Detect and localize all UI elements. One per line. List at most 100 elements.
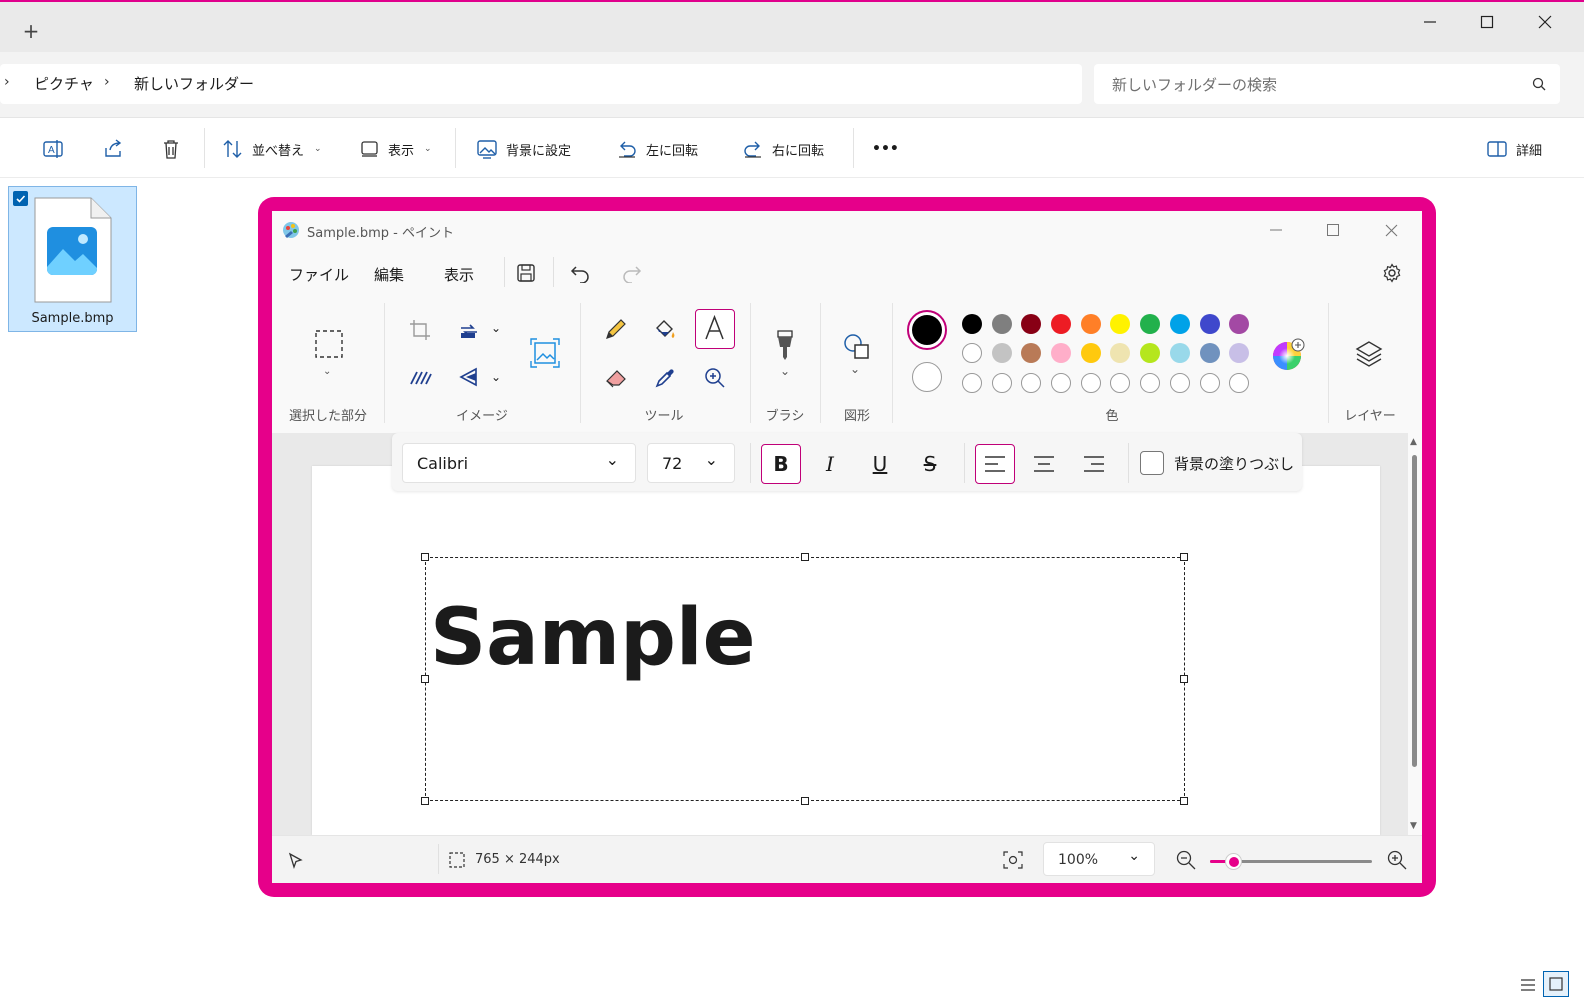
chevron-down-icon[interactable]: ⌄ xyxy=(491,321,501,335)
color-swatch[interactable] xyxy=(1110,314,1131,334)
color-swatch[interactable] xyxy=(1021,314,1042,334)
rotate-left-button[interactable]: 左に回転 xyxy=(616,136,698,162)
custom-color-slot[interactable] xyxy=(1169,373,1190,393)
zoom-out-icon[interactable] xyxy=(1176,850,1196,870)
image-properties-icon[interactable] xyxy=(530,338,560,368)
rotate-right-button[interactable]: 右に回転 xyxy=(742,136,824,162)
share-button[interactable] xyxy=(102,136,124,162)
color-swatch[interactable] xyxy=(1021,343,1042,363)
color-picker-icon[interactable] xyxy=(653,366,677,390)
color-swatch[interactable] xyxy=(1140,314,1161,334)
custom-color-slot[interactable] xyxy=(1051,373,1072,393)
eraser-icon[interactable] xyxy=(604,366,628,390)
address-bar[interactable]: › ピクチャ › 新しいフォルダー xyxy=(0,64,1082,104)
save-icon[interactable] xyxy=(516,263,536,283)
underline-button[interactable]: U xyxy=(860,444,900,484)
color-swatch[interactable] xyxy=(1080,343,1101,363)
search-box[interactable]: 新しいフォルダーの検索 xyxy=(1094,64,1560,104)
resize-handle[interactable] xyxy=(801,553,809,561)
resize-handle[interactable] xyxy=(1180,553,1188,561)
bold-button[interactable]: B xyxy=(761,444,801,484)
sort-button[interactable]: 並べ替え ⌄ xyxy=(222,136,322,162)
breadcrumb-new-folder[interactable]: 新しいフォルダー xyxy=(134,73,254,94)
pencil-icon[interactable] xyxy=(604,317,628,341)
color-swatch[interactable] xyxy=(1229,343,1250,363)
select-rectangle-icon[interactable] xyxy=(314,329,344,359)
edit-colors-icon[interactable] xyxy=(1271,338,1307,372)
resize-handle[interactable] xyxy=(1180,675,1188,683)
color-swatch[interactable] xyxy=(1110,343,1131,363)
chevron-down-icon[interactable]: ⌄ xyxy=(850,362,860,376)
fill-background-checkbox[interactable] xyxy=(1140,451,1164,475)
more-options-button[interactable]: ••• xyxy=(872,136,899,162)
custom-color-slot[interactable] xyxy=(1080,373,1101,393)
search-icon[interactable] xyxy=(1532,77,1546,91)
shapes-icon[interactable] xyxy=(843,333,871,361)
font-size-dropdown[interactable]: 72 ⌄ xyxy=(647,443,735,483)
align-center-button[interactable] xyxy=(1024,444,1064,484)
zoom-slider-thumb[interactable] xyxy=(1225,853,1242,870)
secondary-color-swatch[interactable] xyxy=(912,362,942,392)
scroll-up-icon[interactable]: ▲ xyxy=(1410,437,1417,447)
delete-button[interactable] xyxy=(161,136,181,162)
menu-edit[interactable]: 編集 xyxy=(374,264,404,285)
zoom-dropdown[interactable]: 100% ⌄ xyxy=(1043,842,1155,876)
color-swatch[interactable] xyxy=(1140,343,1161,363)
align-right-button[interactable] xyxy=(1074,444,1114,484)
zoom-slider-track[interactable] xyxy=(1210,853,1372,870)
layers-icon[interactable] xyxy=(1354,339,1384,369)
maximize-button[interactable] xyxy=(1467,10,1507,34)
paint-maximize-button[interactable] xyxy=(1313,219,1353,241)
resize-handle[interactable] xyxy=(421,797,429,805)
settings-gear-icon[interactable] xyxy=(1382,263,1402,283)
flip-icon[interactable] xyxy=(458,366,480,388)
scrollbar-thumb[interactable] xyxy=(1412,455,1417,767)
custom-color-slot[interactable] xyxy=(1110,373,1131,393)
custom-color-slot[interactable] xyxy=(991,373,1012,393)
zoom-in-icon[interactable] xyxy=(1387,850,1407,870)
color-swatch[interactable] xyxy=(1051,343,1072,363)
custom-color-slot[interactable] xyxy=(962,373,982,393)
color-swatch[interactable] xyxy=(1051,314,1072,334)
resize-handle[interactable] xyxy=(421,675,429,683)
new-tab-button[interactable]: + xyxy=(18,18,44,44)
text-tool-button[interactable] xyxy=(695,309,735,349)
strikethrough-button[interactable]: S xyxy=(910,444,950,484)
resize-handle[interactable] xyxy=(1180,797,1188,805)
color-swatch[interactable] xyxy=(991,343,1012,363)
set-background-button[interactable]: 背景に設定 xyxy=(476,136,571,162)
align-left-button[interactable] xyxy=(975,444,1015,484)
custom-color-slot[interactable] xyxy=(1140,373,1161,393)
rotate-icon[interactable] xyxy=(458,319,480,341)
rename-button[interactable]: A xyxy=(42,136,64,162)
custom-color-slot[interactable] xyxy=(1229,373,1250,393)
color-swatch[interactable] xyxy=(962,343,982,363)
resize-skew-icon[interactable] xyxy=(409,368,433,388)
color-swatch[interactable] xyxy=(1199,314,1220,334)
details-pane-button[interactable]: 詳細 xyxy=(1486,136,1542,162)
chevron-down-icon[interactable]: ⌄ xyxy=(491,370,501,384)
color-swatch[interactable] xyxy=(962,314,982,334)
view-button[interactable]: 表示 ⌄ xyxy=(360,136,432,162)
checkbox-icon[interactable] xyxy=(13,191,28,206)
color-swatch[interactable] xyxy=(991,314,1012,334)
menu-view[interactable]: 表示 xyxy=(444,264,474,285)
close-button[interactable] xyxy=(1525,10,1565,34)
crop-icon[interactable] xyxy=(409,319,431,341)
minimize-button[interactable] xyxy=(1410,10,1450,34)
magnifier-icon[interactable] xyxy=(703,366,727,390)
color-swatch[interactable] xyxy=(1169,343,1190,363)
color-swatch[interactable] xyxy=(1199,343,1220,363)
chevron-down-icon[interactable]: ⌄ xyxy=(323,366,331,377)
breadcrumb-pictures[interactable]: ピクチャ xyxy=(34,73,94,94)
menu-file[interactable]: ファイル xyxy=(289,264,349,285)
redo-icon[interactable] xyxy=(620,263,642,283)
chevron-down-icon[interactable]: ⌄ xyxy=(780,364,790,378)
search-input[interactable]: 新しいフォルダーの検索 xyxy=(1112,74,1277,95)
italic-button[interactable]: I xyxy=(810,444,850,484)
canvas-text[interactable]: Sample xyxy=(430,593,756,683)
paint-close-button[interactable] xyxy=(1371,219,1411,241)
color-swatch[interactable] xyxy=(1169,314,1190,334)
thumbnail-view-button[interactable] xyxy=(1543,971,1569,997)
vertical-scrollbar[interactable]: ▲ ▼ xyxy=(1408,437,1422,835)
